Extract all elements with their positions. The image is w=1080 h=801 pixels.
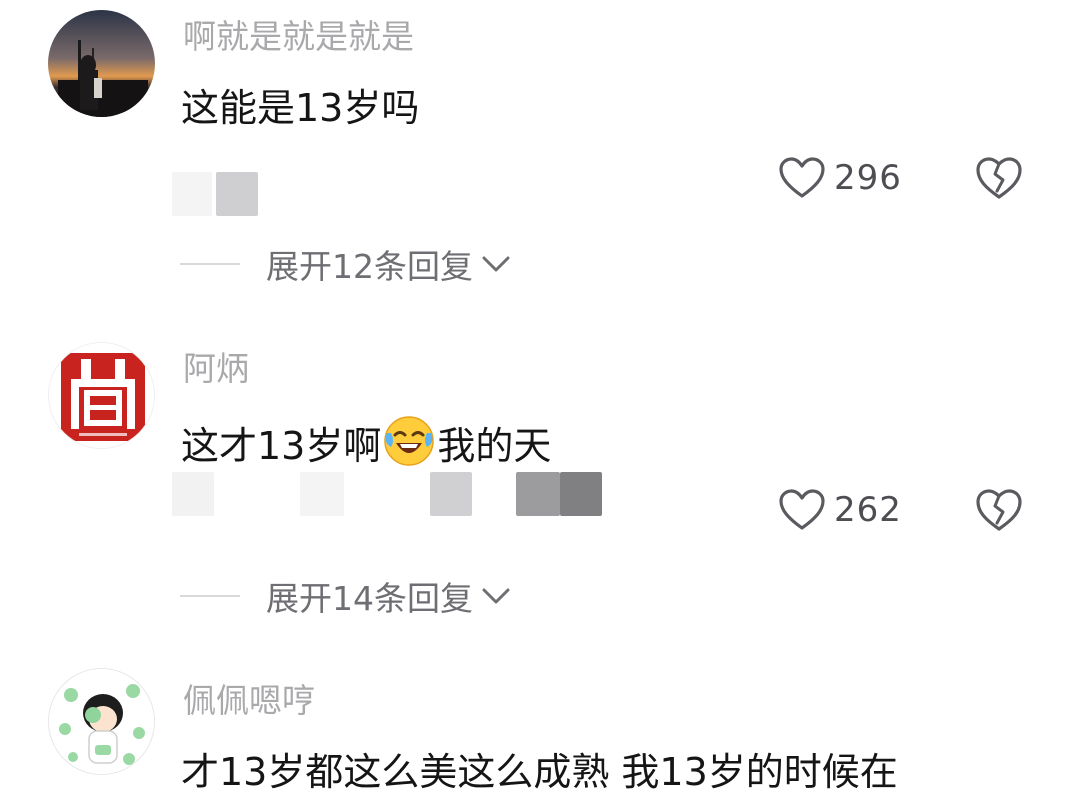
expand-replies-button[interactable]: 展开12条回复 — [180, 240, 511, 288]
laughing-crying-emoji-icon — [384, 416, 435, 466]
comment-meta-blurred — [172, 172, 652, 216]
comment-username[interactable]: 啊就是就是就是 — [183, 14, 414, 60]
comment-list: 啊就是就是就是 这能是13岁吗 296 展开12条回复 阿炳 这才13岁啊 我的… — [0, 0, 1080, 801]
expand-replies-label: 展开14条回复 — [266, 579, 473, 618]
comment-meta-blurred — [172, 472, 652, 516]
chevron-down-icon — [482, 588, 510, 604]
comment-text: 才13岁都这么美这么成熟 我13岁的时候在 — [181, 750, 898, 794]
heart-outline-icon — [779, 489, 825, 530]
divider — [180, 263, 240, 265]
divider — [180, 595, 240, 597]
like-button[interactable]: 262 — [778, 485, 902, 535]
dislike-button[interactable] — [974, 485, 1024, 535]
expand-replies-label: 展开12条回复 — [266, 247, 473, 286]
like-button[interactable]: 296 — [778, 153, 902, 203]
like-count: 296 — [834, 158, 902, 198]
broken-heart-icon — [976, 157, 1022, 199]
chevron-down-icon — [482, 256, 510, 272]
broken-heart-icon — [976, 489, 1022, 531]
comment-text: 这能是13岁吗 — [181, 86, 420, 130]
avatar[interactable] — [48, 668, 155, 775]
like-count: 262 — [834, 490, 902, 530]
comment-text-after: 我的天 — [437, 424, 552, 468]
avatar[interactable] — [48, 10, 155, 117]
heart-outline-icon — [779, 157, 825, 198]
comment-username[interactable]: 佩佩嗯哼 — [183, 678, 315, 724]
avatar[interactable] — [48, 342, 155, 449]
expand-replies-button[interactable]: 展开14条回复 — [180, 572, 511, 620]
comment-text-before: 这才13岁啊 — [181, 424, 382, 468]
comment-username[interactable]: 阿炳 — [183, 346, 249, 392]
comment-text: 这才13岁啊 我的天 — [181, 413, 551, 473]
dislike-button[interactable] — [974, 153, 1024, 203]
